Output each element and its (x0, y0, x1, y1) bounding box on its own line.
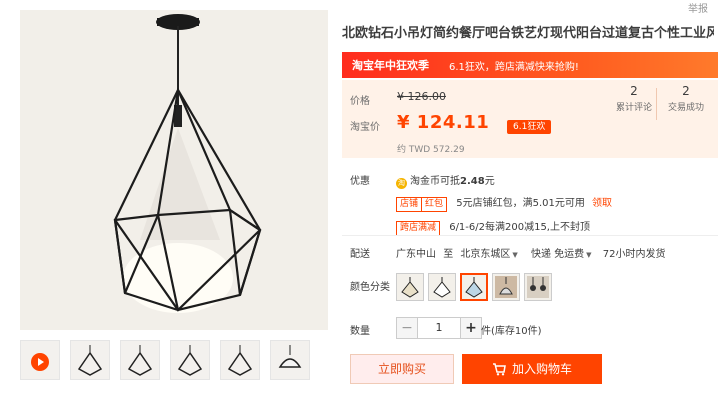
delivery-label: 配送 (350, 249, 370, 260)
decrement-button[interactable]: − (396, 317, 418, 339)
shipping-select[interactable]: 快递 免运费 ▼ (531, 249, 592, 260)
shop-coupon-promo: 店铺 红包 5元店铺红包，满5.01元可用 领取 (396, 194, 612, 212)
lamp-swatch-icon (527, 276, 549, 298)
taobao-price: ¥ 124.11 (397, 112, 490, 133)
play-icon (31, 353, 49, 371)
buy-now-button[interactable]: 立即购买 (350, 354, 454, 384)
product-title: 北欧钻石小吊灯简约餐厅吧台铁艺灯现代阳台过道复古个性工业风灯 (342, 26, 714, 41)
banner-event: 淘宝年中狂欢季 (352, 59, 429, 72)
banner-subtitle: 6.1狂欢，跨店满减快来抢购! (449, 61, 579, 73)
transactions-count: 2 (682, 84, 690, 98)
transactions-label: 交易成功 (667, 103, 704, 113)
reviews-count: 2 (630, 84, 638, 98)
thumbnail-image[interactable] (270, 340, 310, 380)
cross-store-promo: 跨店满减 6/1-6/2每满200减15,上不封顶 (396, 218, 590, 236)
lamp-thumbnail-icon (278, 345, 302, 368)
add-to-cart-label: 加入购物车 (511, 362, 572, 376)
thumbnail-image[interactable] (70, 340, 110, 380)
chevron-down-icon: ▼ (586, 251, 592, 259)
promo-tag: 6.1狂欢 (507, 120, 552, 134)
color-option-selected[interactable] (460, 273, 488, 301)
color-label: 颜色分类 (350, 282, 390, 293)
color-option[interactable] (524, 273, 552, 301)
reviews-stat[interactable]: 2 累计评论 (610, 84, 658, 113)
promos-label: 优惠 (350, 176, 370, 187)
coin-unit: 元 (484, 176, 495, 187)
promo-banner[interactable]: 淘宝年中狂欢季 6.1狂欢，跨店满减快来抢购! (342, 52, 718, 78)
transactions-stat: 2 交易成功 (662, 84, 710, 113)
lamp-swatch-icon (495, 276, 517, 298)
claim-coupon-link[interactable]: 领取 (592, 198, 612, 209)
lamp-swatch-icon (433, 277, 451, 298)
report-link[interactable]: 举报 (688, 0, 708, 15)
cross-store-badge: 跨店满减 (396, 221, 441, 236)
shop-coupon-text: 5元店铺红包，满5.01元可用 (456, 198, 585, 209)
main-product-image (20, 10, 328, 330)
destination-select[interactable]: 北京东城区 ▼ (460, 249, 517, 260)
cross-store-text: 6/1-6/2每满200减15,上不封顶 (449, 222, 590, 233)
section-divider (342, 235, 718, 236)
thumbnail-image[interactable] (170, 340, 210, 380)
shop-badge-part2: 红包 (421, 198, 446, 211)
price-box: 价格 ¥ 126.00 淘宝价 ¥ 124.11 6.1狂欢 约 TWD 572… (342, 80, 718, 158)
thumbnail-image[interactable] (220, 340, 260, 380)
color-option[interactable] (396, 273, 424, 301)
shipping-value: 快递 免运费 (530, 249, 585, 260)
lamp-swatch-icon (465, 277, 483, 298)
pendant-lamp-image (20, 10, 328, 330)
destination-value: 北京东城区 (460, 249, 511, 260)
cart-icon (492, 363, 506, 376)
shipping-time: 72小时内发货 (602, 249, 666, 260)
coin-text: 淘金币可抵 (410, 176, 460, 187)
delivery-info: 广东中山 至 北京东城区 ▼ 快递 免运费 ▼ 72小时内发货 (396, 245, 665, 260)
delivery-to-word: 至 (443, 249, 454, 260)
stock-text: 件(库存10件) (481, 326, 542, 337)
quantity-stepper: − 1 + (396, 317, 482, 339)
coin-amount: 2.48 (460, 176, 485, 187)
taobao-price-label: 淘宝价 (350, 122, 380, 133)
original-price: ¥ 126.00 (397, 90, 446, 103)
original-price-label: 价格 (350, 96, 370, 107)
lamp-thumbnail-icon (127, 345, 153, 376)
delivery-from: 广东中山 (396, 249, 436, 260)
lamp-thumbnail-icon (227, 345, 253, 376)
thumbnail-image[interactable] (120, 340, 160, 380)
quantity-input[interactable]: 1 (418, 317, 460, 339)
coin-promo: 淘淘金币可抵2.48元 (396, 172, 495, 189)
stat-divider (656, 88, 657, 120)
lamp-thumbnail-icon (177, 345, 203, 376)
color-option[interactable] (428, 273, 456, 301)
chevron-down-icon: ▼ (512, 251, 518, 259)
add-to-cart-button[interactable]: 加入购物车 (462, 354, 602, 384)
thumbnail-video[interactable] (20, 340, 60, 380)
quantity-label: 数量 (350, 326, 370, 337)
increment-button[interactable]: + (460, 317, 482, 339)
thumbnail-strip (20, 340, 310, 380)
reviews-label: 累计评论 (615, 103, 652, 113)
color-option[interactable] (492, 273, 520, 301)
shop-coupon-badge: 店铺 红包 (396, 197, 448, 212)
shop-badge-part1: 店铺 (400, 199, 419, 209)
lamp-thumbnail-icon (77, 345, 103, 376)
twd-price: 约 TWD 572.29 (397, 145, 465, 155)
coin-icon: 淘 (396, 178, 407, 189)
lamp-swatch-icon (401, 277, 419, 298)
color-options (396, 273, 552, 301)
